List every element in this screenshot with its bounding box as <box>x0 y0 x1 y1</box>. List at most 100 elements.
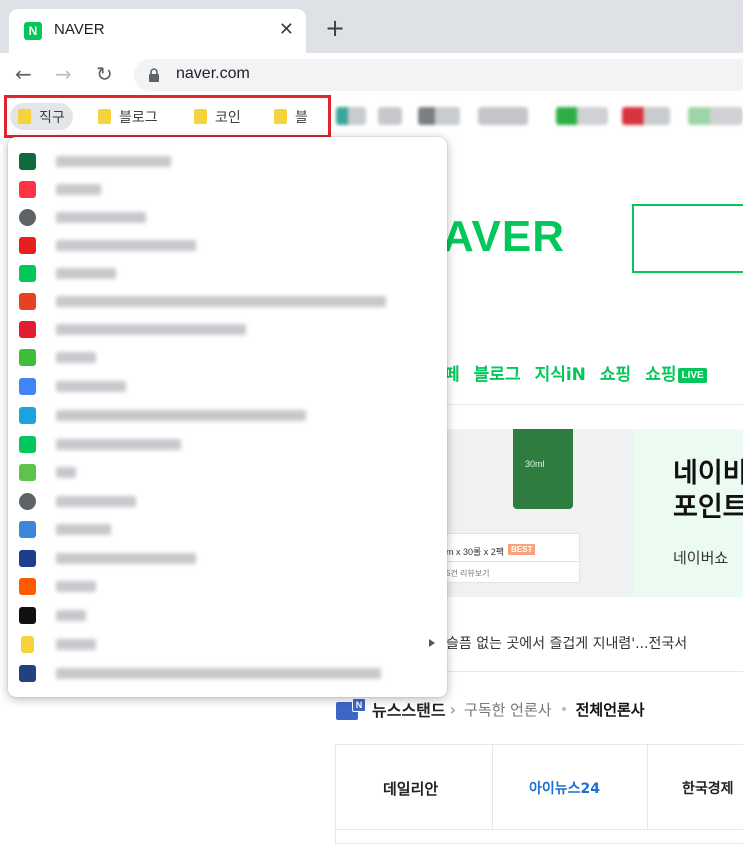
best-tag: BEST <box>508 544 536 555</box>
bookmark-item-label-redacted <box>56 610 86 621</box>
close-icon[interactable]: ✕ <box>279 19 294 40</box>
naver-favicon-icon: N <box>24 22 42 40</box>
bookmark-item[interactable] <box>8 544 447 572</box>
tab-naver[interactable]: N NAVER ✕ <box>9 9 306 53</box>
bookmark-item[interactable] <box>8 259 447 287</box>
bookmark-item[interactable] <box>8 287 447 315</box>
reload-button[interactable]: ↻ <box>96 62 113 86</box>
bookmark-item-label-redacted <box>56 212 146 223</box>
bookmark-item[interactable] <box>8 401 447 429</box>
bookmark-item[interactable] <box>8 175 447 203</box>
banner-title: 네이비 포인트 <box>673 457 743 525</box>
review-card: 5건 리뷰보기 <box>440 561 580 583</box>
bookmark-item-label-redacted <box>56 381 126 392</box>
globe-icon <box>19 493 36 510</box>
bookmark-item[interactable] <box>8 315 447 343</box>
dsw-icon <box>19 607 36 624</box>
address-bar[interactable]: naver.com <box>134 59 743 91</box>
news-headline[interactable]: 슬픔 없는 곳에서 즐겁게 지내렴'...전국서 <box>446 633 687 653</box>
bookmark-item[interactable] <box>8 515 447 543</box>
edge-icon <box>19 407 36 424</box>
press-logo-inews24: 아이뉴스24 <box>529 781 601 797</box>
bookmark-item[interactable] <box>8 343 447 371</box>
bookmark-item[interactable] <box>8 458 447 486</box>
bookmark-blurred[interactable] <box>478 107 528 125</box>
menu-item-shopping-live[interactable]: 쇼핑 LIVE <box>645 360 707 385</box>
bookmark-blurred[interactable] <box>688 107 743 125</box>
bookmark-item-label-redacted <box>56 240 196 251</box>
google-translate-icon <box>19 378 36 395</box>
banner-title-line1: 네이비 <box>673 458 743 489</box>
green-leaf-icon <box>19 349 36 366</box>
naver-logo[interactable]: AVER <box>442 212 565 262</box>
naver-icon <box>19 265 36 282</box>
chevron-right-icon: › <box>449 699 457 719</box>
forward-button[interactable]: → <box>55 62 72 86</box>
menu-item-shopping[interactable]: 쇼핑 <box>600 360 631 385</box>
product-card: m x 30롤 x 2팩 BEST <box>440 533 580 563</box>
product-label: 30ml <box>525 459 545 469</box>
bookmark-item[interactable] <box>8 572 447 600</box>
red-hexagon-icon <box>19 321 36 338</box>
green-shield-icon <box>19 464 36 481</box>
banner-text-area: 네이비 포인트 네이버쇼 <box>633 429 743 597</box>
divider <box>336 829 743 830</box>
bookmark-item-label-redacted <box>56 553 196 564</box>
shield-crest-icon <box>19 665 36 682</box>
a-icon <box>19 237 36 254</box>
menu-item-label: 쇼핑 <box>645 365 677 385</box>
bookmark-item[interactable] <box>8 203 447 231</box>
bookmark-item-label-redacted <box>56 410 306 421</box>
globe-icon <box>19 209 36 226</box>
bookmark-folder-dropdown <box>8 137 447 697</box>
newsstand-icon: N <box>336 698 366 720</box>
bookmark-item[interactable] <box>8 630 447 658</box>
bookmark-item-label-redacted <box>56 581 96 592</box>
bookmark-blurred[interactable] <box>378 107 402 125</box>
bookmark-item[interactable] <box>8 487 447 515</box>
tab-title: NAVER <box>54 21 105 38</box>
bookmark-blurred[interactable] <box>336 107 366 125</box>
all-press-tab[interactable]: 전체언론사 <box>576 699 645 720</box>
bookmark-item-label-redacted <box>56 496 136 507</box>
back-button[interactable]: ← <box>15 62 32 86</box>
bookmark-blurred[interactable] <box>622 107 670 125</box>
bookmark-item[interactable] <box>8 659 447 687</box>
search-input[interactable] <box>632 204 743 273</box>
submenu-arrow-icon <box>429 639 435 647</box>
bookmark-item[interactable] <box>8 372 447 400</box>
bookmark-item[interactable] <box>8 601 447 629</box>
aliexpress-icon <box>19 293 36 310</box>
bookmark-item-label-redacted <box>56 467 76 478</box>
naver-icon <box>19 436 36 453</box>
bookmark-blurred[interactable] <box>418 107 460 125</box>
bookmark-item[interactable] <box>8 147 447 175</box>
press-logo-hankyung: 한국경제 <box>682 781 734 797</box>
press-logo-dailian: 데일리안 <box>383 780 439 798</box>
newsstand-icon-badge: N <box>352 698 366 712</box>
newsstand-header: N 뉴스스탠드 › 구독한 언론사 전체언론사 <box>336 697 645 721</box>
11st-icon <box>19 181 36 198</box>
service-menu: 페 블로그 지식iN 쇼핑 쇼핑 LIVE <box>444 360 707 385</box>
new-tab-button[interactable]: + <box>325 16 345 40</box>
17-icon <box>19 550 36 567</box>
taobao-icon <box>19 578 36 595</box>
menu-item-kin[interactable]: 지식iN <box>535 360 586 385</box>
bookmark-item[interactable] <box>8 231 447 259</box>
menu-item-blog[interactable]: 블로그 <box>474 360 521 385</box>
press-cell[interactable]: 데일리안 <box>336 745 493 829</box>
highlight-annotation <box>4 95 331 138</box>
bookmark-blurred[interactable] <box>556 107 608 125</box>
ad-banner[interactable]: 30ml m x 30롤 x 2팩 BEST 5건 리뷰보기 네이비 포인트 네… <box>440 429 743 597</box>
banner-title-line2: 포인트 <box>673 492 743 523</box>
newsstand-title[interactable]: 뉴스스탠드 <box>372 697 446 721</box>
bookmark-item-label-redacted <box>56 668 381 679</box>
bookmark-item-label-redacted <box>56 296 386 307</box>
press-cell[interactable]: 한국경제 <box>648 745 743 829</box>
press-cell[interactable]: 아이뉴스24 <box>493 745 648 829</box>
bookmark-item[interactable] <box>8 430 447 458</box>
subscribed-press-tab[interactable]: 구독한 언론사 <box>464 699 552 720</box>
lock-icon <box>149 68 159 82</box>
tab-strip: N NAVER ✕ + <box>0 0 743 53</box>
bookmark-item-label-redacted <box>56 524 111 535</box>
